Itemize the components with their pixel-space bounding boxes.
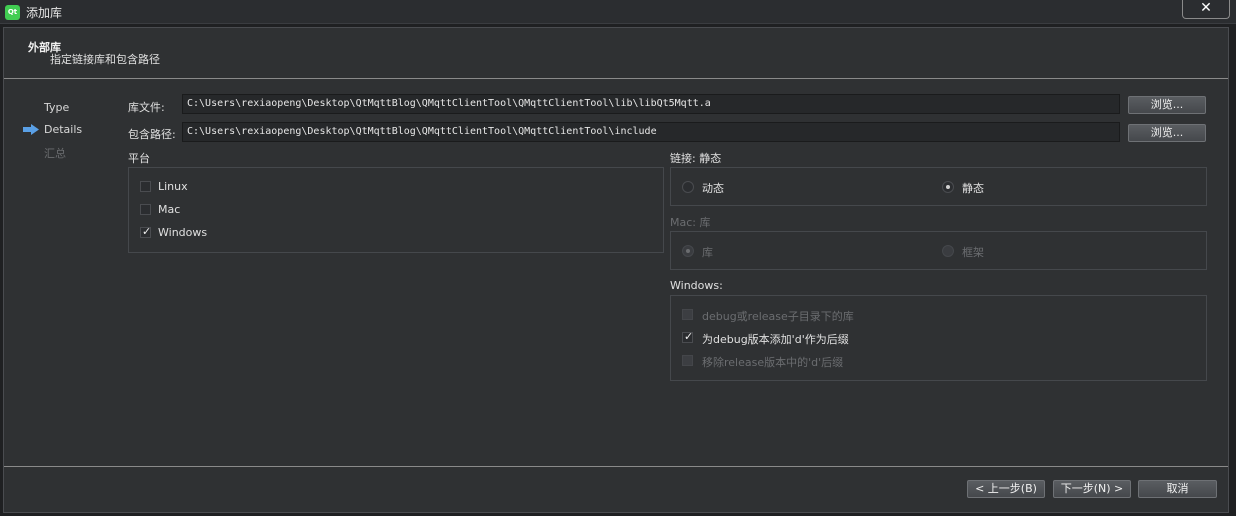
current-step-arrow-icon: [23, 124, 39, 135]
mac-label: Mac: [158, 203, 181, 216]
back-button[interactable]: < 上一步(B): [967, 480, 1045, 498]
platform-group: Linux Mac Windows: [128, 167, 664, 253]
debug-release-subdir-label: debug或release子目录下的库: [702, 310, 854, 323]
platform-group-title: 平台: [128, 152, 150, 165]
window-titlebar: Qt 添加库 ✕: [0, 0, 1236, 24]
windows-label: Windows: [158, 226, 208, 239]
next-button[interactable]: 下一步(N) >: [1053, 480, 1131, 498]
debug-release-subdir-checkbox[interactable]: [682, 309, 693, 320]
linking-group: 动态 静态: [670, 167, 1207, 206]
mac-framework-radio[interactable]: [942, 245, 954, 257]
qt-creator-icon: Qt: [5, 5, 20, 20]
mac-checkbox[interactable]: [140, 204, 151, 215]
add-library-dialog: 外部库 指定链接库和包含路径 Type Details 汇总 库文件: C:\U…: [3, 27, 1229, 513]
step-summary: 汇总: [44, 147, 66, 160]
linux-label: Linux: [158, 180, 188, 193]
browse-include-button[interactable]: 浏览...: [1128, 124, 1206, 142]
include-path-label: 包含路径:: [128, 128, 176, 141]
linux-checkbox[interactable]: [140, 181, 151, 192]
step-details: Details: [44, 123, 83, 136]
step-type: Type: [44, 101, 70, 114]
mac-group: 库 框架: [670, 231, 1207, 270]
linking-group-title: 链接: 静态: [670, 152, 722, 165]
windows-checkbox[interactable]: [140, 225, 151, 238]
add-d-suffix-label: 为debug版本添加'd'作为后缀: [702, 333, 849, 346]
browse-library-button[interactable]: 浏览...: [1128, 96, 1206, 114]
mac-framework-label: 框架: [962, 246, 984, 259]
static-label: 静态: [962, 182, 984, 195]
remove-d-suffix-label: 移除release版本中的'd'后缀: [702, 356, 844, 369]
cancel-button[interactable]: 取消: [1138, 480, 1217, 498]
header-divider: [4, 78, 1228, 79]
windows-group-title: Windows:: [670, 279, 723, 292]
library-file-input[interactable]: C:\Users\rexiaopeng\Desktop\QtMqttBlog\Q…: [182, 94, 1120, 114]
footer-divider: [4, 466, 1228, 467]
wizard-header: 外部库 指定链接库和包含路径: [4, 28, 1228, 78]
mac-library-label: 库: [702, 246, 713, 259]
mac-group-title: Mac: 库: [670, 216, 711, 229]
include-path-input[interactable]: C:\Users\rexiaopeng\Desktop\QtMqttBlog\Q…: [182, 122, 1120, 142]
static-radio[interactable]: [942, 181, 954, 193]
window-title: 添加库: [26, 6, 63, 20]
dynamic-radio[interactable]: [682, 181, 694, 193]
remove-d-suffix-checkbox[interactable]: [682, 355, 693, 366]
mac-library-radio[interactable]: [682, 245, 694, 257]
dynamic-label: 动态: [702, 182, 724, 195]
add-d-suffix-checkbox[interactable]: [682, 330, 693, 343]
library-file-label: 库文件:: [128, 101, 165, 114]
page-subtitle: 指定链接库和包含路径: [50, 53, 160, 66]
windows-group: debug或release子目录下的库 为debug版本添加'd'作为后缀 移除…: [670, 295, 1207, 381]
close-button[interactable]: ✕: [1182, 0, 1230, 19]
